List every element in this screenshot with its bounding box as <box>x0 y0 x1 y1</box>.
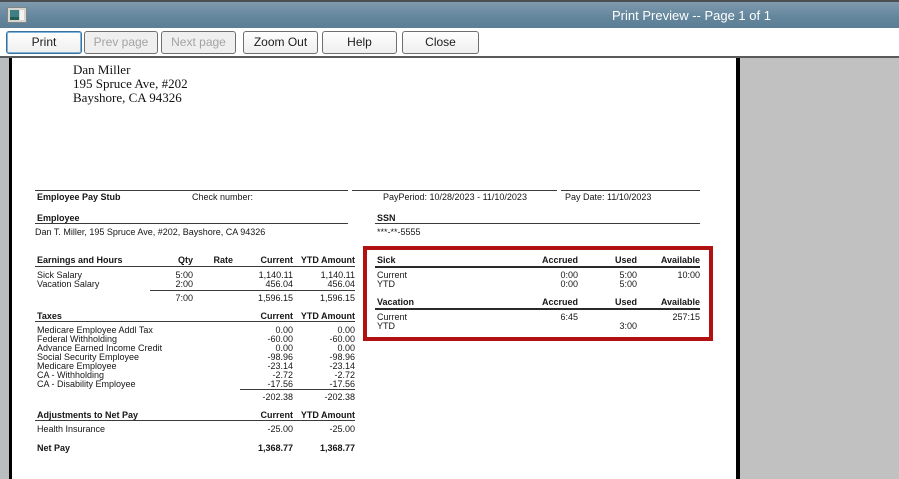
titlebar: Print Preview -- Page 1 of 1 <box>0 2 899 28</box>
adjustment-row-label: Health Insurance <box>37 424 106 434</box>
address-city: Bayshore, CA 94326 <box>73 90 182 105</box>
taxes-total-current: -202.38 <box>262 392 293 402</box>
adjustments-title: Adjustments to Net Pay <box>37 410 139 420</box>
next-page-button[interactable]: Next page <box>161 31 236 54</box>
earnings-total-ytd: 1,596.15 <box>319 293 355 303</box>
col-rate: Rate <box>213 255 233 265</box>
net-pay-ytd: 1,368.77 <box>319 443 355 453</box>
help-button[interactable]: Help <box>322 31 397 54</box>
ssn-value: ***-**-5555 <box>377 227 421 237</box>
zoom-out-button[interactable]: Zoom Out <box>243 31 318 54</box>
earnings-total-current: 1,596.15 <box>257 293 293 303</box>
stub-title: Employee Pay Stub <box>37 192 121 202</box>
highlight-box <box>363 246 713 341</box>
close-button[interactable]: Close <box>402 31 479 54</box>
print-preview-window: Print Preview -- Page 1 of 1 Print Prev … <box>0 0 899 479</box>
ssn-label: SSN <box>377 213 396 223</box>
check-number-label: Check number: <box>192 192 254 202</box>
employee-value: Dan T. Miller, 195 Spruce Ave, #202, Bay… <box>35 227 266 237</box>
taxes-total-ytd: -202.38 <box>324 392 355 402</box>
net-pay-current: 1,368.77 <box>257 443 293 453</box>
window-title: Print Preview -- Page 1 of 1 <box>612 8 771 23</box>
app-window-icon <box>7 7 27 23</box>
employee-label: Employee <box>37 213 80 223</box>
toolbar: Print Prev page Next page Zoom Out Help … <box>0 28 899 56</box>
col-current: Current <box>260 255 293 265</box>
preview-area: Dan Miller 195 Spruce Ave, #202 Bayshore… <box>0 56 899 479</box>
pay-date: Pay Date: 11/10/2023 <box>565 192 652 202</box>
earnings-row-label: Vacation Salary <box>37 279 100 289</box>
net-pay-label: Net Pay <box>37 443 71 453</box>
earnings-total-qty: 7:00 <box>175 293 193 303</box>
earnings-title: Earnings and Hours <box>37 255 123 265</box>
preview-left-margin <box>0 58 9 479</box>
document-page[interactable]: Dan Miller 195 Spruce Ave, #202 Bayshore… <box>9 58 740 479</box>
tax-row-label: CA - Disability Employee <box>37 379 136 389</box>
print-button[interactable]: Print <box>6 31 82 54</box>
pay-period: PayPeriod: 10/28/2023 - 11/10/2023 <box>383 192 527 202</box>
prev-page-button[interactable]: Prev page <box>84 31 158 54</box>
col-ytd: YTD Amount <box>300 255 355 265</box>
taxes-title: Taxes <box>37 311 62 321</box>
